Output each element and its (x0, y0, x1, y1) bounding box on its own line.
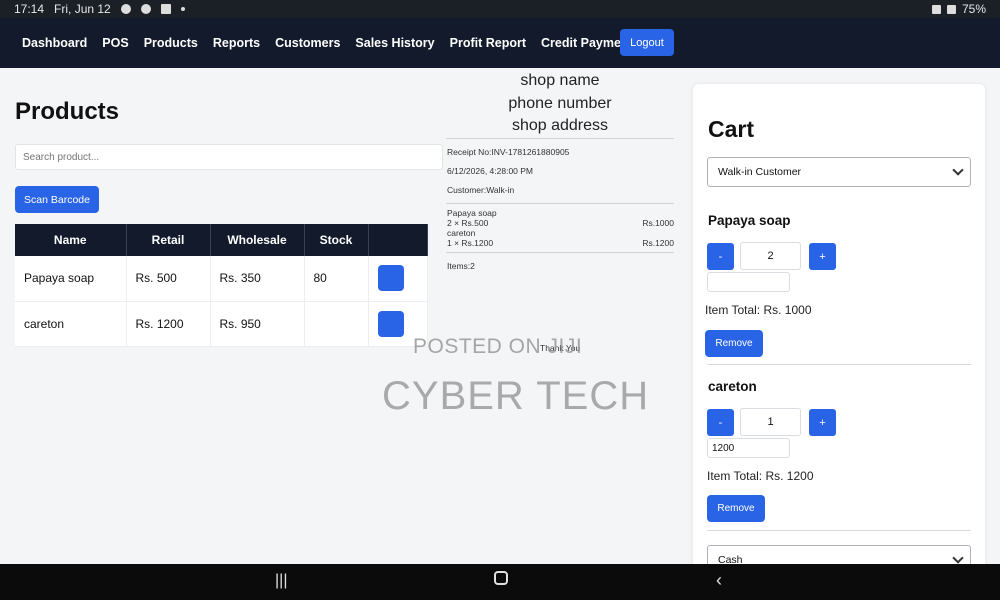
nav-reports[interactable]: Reports (213, 36, 260, 50)
cell-retail: Rs. 500 (126, 256, 211, 302)
system-nav-bar: ||| ‹ (0, 564, 1000, 600)
chevron-down-icon (952, 164, 964, 176)
add-to-cart-button[interactable] (377, 265, 404, 292)
receipt-line-qty: 1 × Rs.1200 (447, 237, 494, 248)
back-icon[interactable]: ‹ (716, 570, 722, 591)
receipt-divider (446, 137, 674, 139)
mail-icon (160, 4, 171, 14)
column-header-stock: Stock (304, 224, 369, 256)
receipt-divider (446, 202, 674, 204)
more-dot-icon (180, 7, 185, 11)
status-bar: 17:14 Fri, Jun 12 75% (0, 0, 1000, 18)
logout-button[interactable]: Logout (620, 29, 674, 56)
receipt-preview: shop name phone number shop address Rece… (440, 68, 680, 368)
search-input[interactable] (15, 144, 443, 170)
notification-icon (140, 4, 151, 14)
receipt-line-name: Papaya soap (447, 207, 497, 218)
chevron-down-icon (952, 552, 964, 564)
increase-qty-button[interactable]: + (809, 409, 836, 436)
wifi-icon (931, 4, 941, 14)
receipt-line: 2 × Rs.500 Rs.1000 (440, 218, 680, 228)
decrease-qty-button[interactable]: - (707, 243, 734, 270)
cart-panel: Cart Walk-in Customer Papaya soap - 2 + … (693, 84, 985, 574)
cart-item-name: Papaya soap (708, 213, 791, 228)
cart-divider (707, 364, 971, 365)
nav-pos[interactable]: POS (102, 36, 128, 50)
decrease-qty-button[interactable]: - (707, 409, 734, 436)
cart-item-name: careton (708, 379, 757, 394)
nav-customers[interactable]: Customers (275, 36, 340, 50)
receipt-items-count: Items:2 (447, 260, 475, 271)
item-total: Item Total: Rs. 1200 (707, 469, 814, 483)
nav-profit-report[interactable]: Profit Report (450, 36, 526, 50)
price-input[interactable] (707, 272, 790, 292)
products-table: Name Retail Wholesale Stock Papaya soap … (15, 224, 428, 347)
cell-stock: 80 (304, 256, 369, 302)
cell-actions (368, 256, 428, 302)
status-date: Fri, Jun 12 (54, 2, 111, 16)
receipt-address: shop address (511, 117, 609, 134)
scan-barcode-button[interactable]: Scan Barcode (15, 186, 99, 213)
table-row: Papaya soap Rs. 500 Rs. 350 80 (15, 256, 428, 302)
receipt-line: 1 × Rs.1200 Rs.1200 (440, 238, 680, 248)
item-total: Item Total: Rs. 1000 (705, 303, 812, 317)
customer-select[interactable]: Walk-in Customer (707, 157, 971, 187)
receipt-line-amount: Rs.1200 (642, 237, 674, 248)
nav-products[interactable]: Products (144, 36, 198, 50)
receipt-shop-name: shop name (520, 72, 600, 89)
cell-wholesale: Rs. 950 (210, 301, 305, 347)
receipt-datetime: 6/12/2026, 4:28:00 PM (447, 165, 534, 176)
add-to-cart-button[interactable] (377, 310, 404, 337)
watermark-brand: CYBER TECH (382, 374, 650, 418)
customer-select-value: Walk-in Customer (718, 166, 802, 178)
page-title: Products (15, 98, 120, 125)
receipt-line-name: careton (447, 227, 476, 238)
receipt-line-amount: Rs.1000 (642, 217, 674, 228)
signal-icon (946, 4, 956, 14)
table-row: careton Rs. 1200 Rs. 950 (15, 301, 428, 347)
receipt-number: Receipt No:INV-1781261880905 (447, 146, 570, 157)
top-nav: Dashboard POS Products Reports Customers… (0, 18, 1000, 68)
remove-button[interactable]: Remove (705, 330, 763, 357)
quantity-input[interactable]: 1 (740, 408, 801, 436)
receipt-line-qty: 2 × Rs.500 (447, 217, 489, 228)
cell-stock (304, 301, 369, 347)
cell-name: Papaya soap (15, 256, 127, 302)
watermark-text: POSTED ON JIJI (413, 335, 583, 358)
receipt-divider (446, 251, 674, 253)
status-time: 17:14 (14, 2, 45, 16)
remove-button[interactable]: Remove (707, 495, 765, 522)
cell-name: careton (15, 301, 127, 347)
nav-dashboard[interactable]: Dashboard (22, 36, 87, 50)
receipt-phone: phone number (508, 94, 612, 112)
column-header-wholesale: Wholesale (210, 224, 305, 256)
battery-level: 75% (961, 2, 986, 16)
receipt-customer: Customer:Walk-in (447, 184, 515, 195)
notification-icon (120, 4, 131, 14)
cart-divider (707, 530, 971, 531)
nav-sales-history[interactable]: Sales History (355, 36, 434, 50)
price-input[interactable]: 1200 (707, 438, 790, 458)
quantity-input[interactable]: 2 (740, 242, 801, 270)
increase-qty-button[interactable]: + (809, 243, 836, 270)
recent-apps-icon[interactable]: ||| (275, 572, 287, 590)
column-header-name: Name (15, 224, 127, 256)
home-icon[interactable] (494, 571, 508, 585)
column-header-actions (368, 224, 428, 256)
column-header-retail: Retail (126, 224, 211, 256)
cell-retail: Rs. 1200 (126, 301, 211, 347)
cell-wholesale: Rs. 350 (210, 256, 305, 302)
cart-title: Cart (708, 116, 755, 142)
products-section: Products (15, 98, 119, 126)
